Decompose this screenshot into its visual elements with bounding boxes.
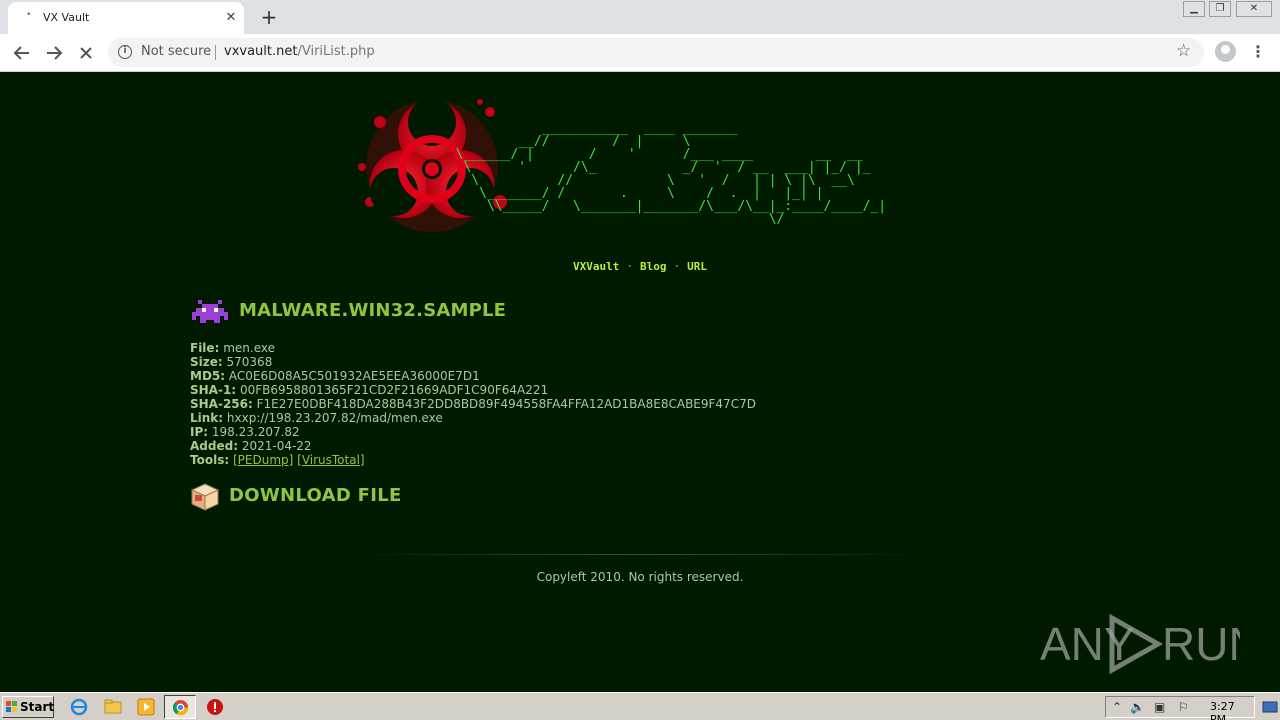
url-path: /ViriList.php [297, 44, 375, 59]
detail-value: hxxp://198.23.207.82/mad/men.exe [226, 411, 443, 425]
detail-key: IP: [190, 425, 209, 439]
download-label: DOWNLOAD FILE [229, 485, 402, 506]
internet-explorer-icon[interactable] [70, 698, 88, 716]
arrow-left-icon [13, 46, 29, 60]
page-content: ___________ ____ _______ __// / | \ \___… [0, 72, 1280, 692]
anyrun-logo-icon: ANY RUN [1040, 613, 1262, 675]
stop-app-icon[interactable] [206, 698, 224, 716]
star-icon[interactable]: ☆ [1176, 41, 1191, 61]
url-host: vxvault.net [224, 44, 298, 59]
start-button[interactable]: Start [2, 696, 54, 718]
detail-key: File: [190, 341, 220, 355]
chrome-icon [172, 699, 189, 716]
detail-key: Link: [190, 411, 224, 425]
footer-divider [350, 554, 930, 555]
media-player-icon[interactable] [137, 698, 155, 716]
close-icon [80, 47, 92, 59]
start-label: Start [20, 700, 55, 714]
browser-tab[interactable]: • VX Vault ✕ [8, 2, 244, 34]
browser-toolbar: i Not secure vxvault.net/ViriList.php ☆ [0, 34, 1280, 72]
stop-loading-button[interactable] [73, 40, 99, 66]
detail-value: men.exe [223, 341, 275, 355]
footer-text: Copyleft 2010. No rights reserved. [536, 570, 744, 584]
nav-link-blog[interactable]: Blog [640, 260, 667, 273]
arrow-right-icon [47, 46, 63, 60]
sample-title: MALWARE.WIN32.SAMPLE [239, 300, 507, 321]
url-text[interactable]: vxvault.net/ViriList.php [224, 44, 375, 59]
windows-flag-icon [6, 701, 17, 712]
network-icon[interactable]: ▣ [1154, 700, 1165, 714]
tray-expand-icon[interactable]: ⌃ [1112, 700, 1122, 714]
nav-link-vxvault[interactable]: VXVault [573, 260, 619, 273]
taskbar: Start ⌃ 🔈 ▣ ⚐ 3:27 PM [0, 692, 1280, 720]
show-desktop-icon[interactable] [1262, 697, 1278, 717]
pedump-link[interactable]: [PEDump] [233, 453, 293, 467]
system-tray: ⌃ 🔈 ▣ ⚐ 3:27 PM [1105, 696, 1255, 720]
nav-separator: · [626, 260, 633, 273]
address-bar[interactable]: i Not secure vxvault.net/ViriList.php ☆ [108, 38, 1204, 67]
detail-row-added: Added: 2021-04-22 [190, 439, 756, 453]
detail-key: SHA-1: [190, 383, 237, 397]
menu-icon[interactable]: ⋮ [1250, 41, 1266, 63]
info-icon[interactable]: i [118, 45, 132, 59]
profile-icon[interactable] [1215, 41, 1236, 62]
close-window-button[interactable]: ✕ [1236, 1, 1272, 17]
detail-key: SHA-256: [190, 397, 253, 411]
forward-button[interactable] [41, 40, 67, 66]
detail-value: F1E27E0DBF418DA288B43F2DD8BD89F494558FA4… [256, 397, 756, 411]
sample-details: File: men.exe Size: 570368 MD5: AC0E6D08… [190, 341, 756, 467]
detail-value: AC0E6D08A5C501932AE5EEA36000E7D1 [228, 369, 480, 383]
virustotal-link[interactable]: [VirusTotal] [297, 453, 364, 467]
detail-value: 570368 [226, 355, 273, 369]
detail-row-ip: IP: 198.23.207.82 [190, 425, 756, 439]
url-divider [215, 45, 216, 60]
box-icon [190, 483, 220, 511]
security-status: Not secure [141, 44, 212, 59]
detail-key: Added: [190, 439, 238, 453]
detail-value: 00FB6958801365F21CD2F21669ADF1C90F64A221 [239, 383, 549, 397]
site-logo[interactable]: ___________ ____ _______ __// / | \ \___… [350, 82, 930, 247]
anyrun-watermark: ANY RUN [1040, 610, 1262, 675]
detail-key: Size: [190, 355, 223, 369]
invader-icon [192, 300, 228, 323]
detail-key: Tools: [190, 453, 230, 467]
vxvault-ascii-logo: ___________ ____ _______ __// / | \ \___… [455, 121, 887, 227]
detail-row-link: Link: hxxp://198.23.207.82/mad/men.exe [190, 411, 756, 425]
tab-strip: • VX Vault ✕ + ▁ ❐ ✕ [0, 0, 1280, 34]
site-nav: VXVault · Blog · URL [0, 260, 1280, 273]
detail-value: 198.23.207.82 [211, 425, 300, 439]
detail-row-file: File: men.exe [190, 341, 756, 355]
detail-row-md5: MD5: AC0E6D08A5C501932AE5EEA36000E7D1 [190, 369, 756, 383]
nav-separator: · [673, 260, 681, 273]
tab-title: VX Vault [43, 11, 90, 24]
anyrun-text-left: ANY [1040, 618, 1135, 670]
minimize-window-button[interactable]: ▁ [1183, 1, 1205, 17]
detail-value: 2021-04-22 [241, 439, 312, 453]
file-explorer-icon[interactable] [104, 698, 122, 716]
detail-row-size: Size: 570368 [190, 355, 756, 369]
loading-icon: • [26, 10, 32, 20]
maximize-window-button[interactable]: ❐ [1209, 1, 1231, 17]
new-tab-button[interactable]: + [258, 6, 280, 28]
detail-key: MD5: [190, 369, 226, 383]
volume-icon[interactable]: 🔈 [1130, 700, 1145, 714]
detail-row-sha256: SHA-256: F1E27E0DBF418DA288B43F2DD8BD89F… [190, 397, 756, 411]
action-center-flag-icon[interactable]: ⚐ [1178, 700, 1189, 714]
anyrun-text-right: RUN [1162, 618, 1240, 670]
back-button[interactable] [9, 40, 35, 66]
nav-link-url[interactable]: URL [687, 260, 707, 273]
detail-row-sha1: SHA-1: 00FB6958801365F21CD2F21669ADF1C90… [190, 383, 756, 397]
detail-row-tools: Tools: [PEDump] [VirusTotal] [190, 453, 756, 467]
taskbar-chrome-button[interactable] [164, 695, 196, 719]
tab-close-icon[interactable]: ✕ [222, 9, 240, 27]
taskbar-clock[interactable]: 3:27 PM [1210, 700, 1254, 720]
